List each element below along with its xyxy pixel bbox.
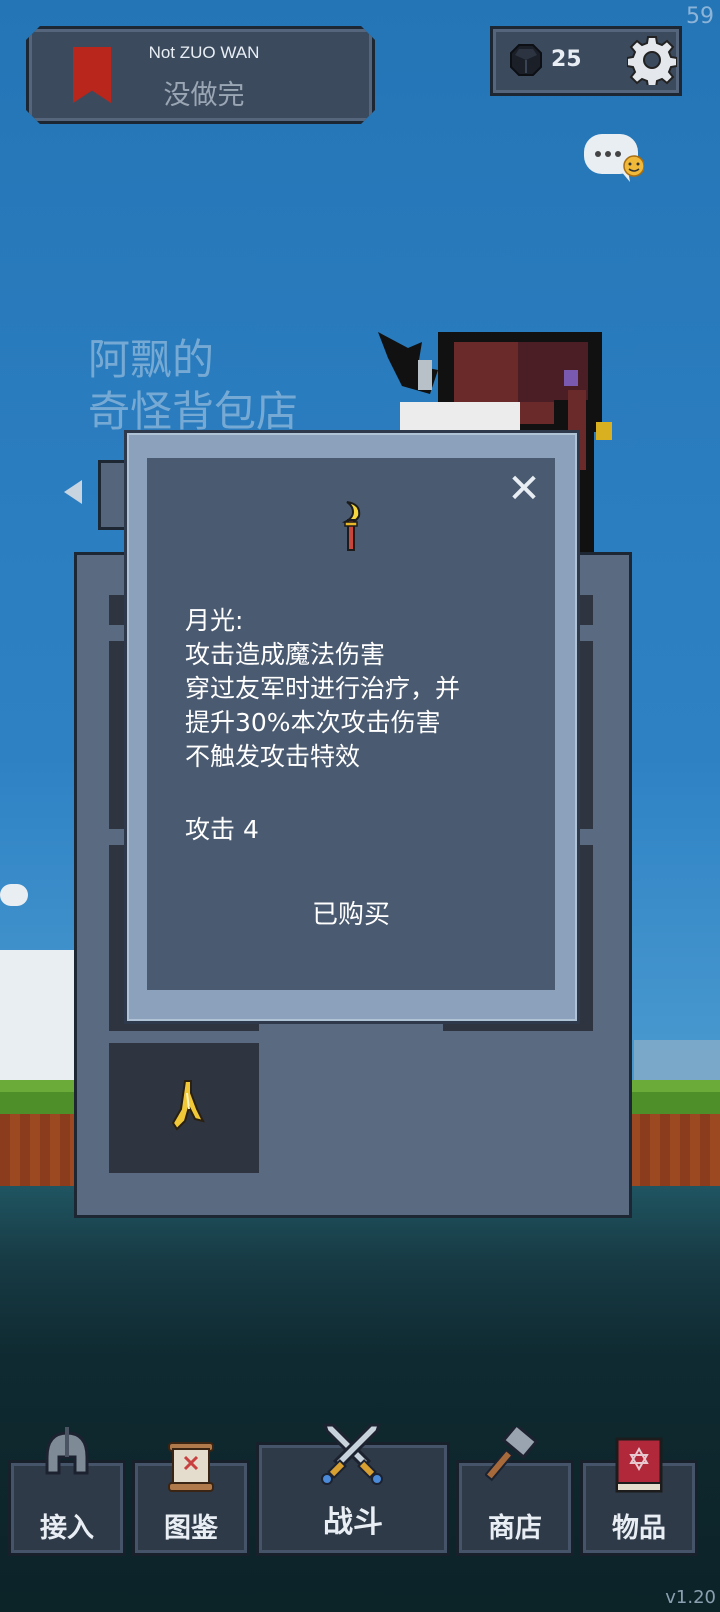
banana-icon bbox=[171, 1080, 205, 1131]
inventory-slot-banana[interactable] bbox=[109, 1043, 259, 1173]
item-detail-popup: ✕ 月光: 攻击造成魔法伤害 穿过友军时进行治疗，并 提升30%本次攻击伤害 不… bbox=[124, 430, 580, 1024]
fps-counter: 59 bbox=[686, 4, 714, 29]
item-attack-stat: 攻击 4 bbox=[185, 815, 259, 844]
gem-count: 25 bbox=[551, 47, 582, 72]
nav-button-codex[interactable]: 图鉴 bbox=[132, 1442, 250, 1556]
gem-panel: 25 bbox=[490, 26, 682, 96]
shop-name: 阿飘的 奇怪背包店 bbox=[88, 334, 298, 438]
chat-bubble-icon[interactable] bbox=[584, 134, 644, 184]
helmet-icon bbox=[45, 1427, 89, 1475]
item-description: 月光: 攻击造成魔法伤害 穿过友军时进行治疗，并 提升30%本次攻击伤害 不触发… bbox=[185, 606, 461, 771]
spellbook-icon bbox=[615, 1437, 663, 1493]
nav-label: 战斗 bbox=[323, 1505, 383, 1540]
arrow-left-icon[interactable] bbox=[64, 480, 82, 504]
gem-icon bbox=[510, 44, 542, 76]
gear-icon[interactable] bbox=[627, 35, 677, 85]
nav-button-items[interactable]: 物品 bbox=[580, 1437, 698, 1556]
nav-button-battle[interactable]: 战斗 bbox=[256, 1423, 450, 1556]
item-detail-content: ✕ 月光: 攻击造成魔法伤害 穿过友军时进行治疗，并 提升30%本次攻击伤害 不… bbox=[147, 458, 555, 990]
cloud bbox=[0, 950, 74, 1080]
nav-label: 接入 bbox=[40, 1513, 94, 1544]
close-icon[interactable]: ✕ bbox=[507, 469, 541, 509]
scroll-icon bbox=[168, 1442, 214, 1492]
crossed-swords-icon bbox=[321, 1423, 383, 1485]
nav-button-shop[interactable]: 商店 bbox=[456, 1427, 574, 1556]
moonlight-staff-icon bbox=[341, 501, 361, 551]
save-title-en: Not ZUO WAN bbox=[148, 43, 260, 62]
bookmark-icon bbox=[73, 47, 111, 103]
save-title-cn: 没做完 bbox=[163, 80, 245, 111]
version-label: v1.20 bbox=[665, 1587, 716, 1608]
shop-name-line1: 阿飘的 bbox=[88, 335, 215, 384]
title-panel[interactable]: Not ZUO WAN 没做完 bbox=[26, 26, 375, 124]
hammer-icon bbox=[485, 1427, 539, 1482]
purchased-status: 已购买 bbox=[311, 900, 390, 930]
nav-label: 图鉴 bbox=[164, 1513, 218, 1544]
cloud bbox=[634, 1040, 720, 1080]
nav-label: 物品 bbox=[612, 1513, 666, 1544]
cloud bbox=[0, 884, 28, 906]
nav-button-connect[interactable]: 接入 bbox=[8, 1427, 126, 1556]
nav-label: 商店 bbox=[488, 1513, 542, 1544]
